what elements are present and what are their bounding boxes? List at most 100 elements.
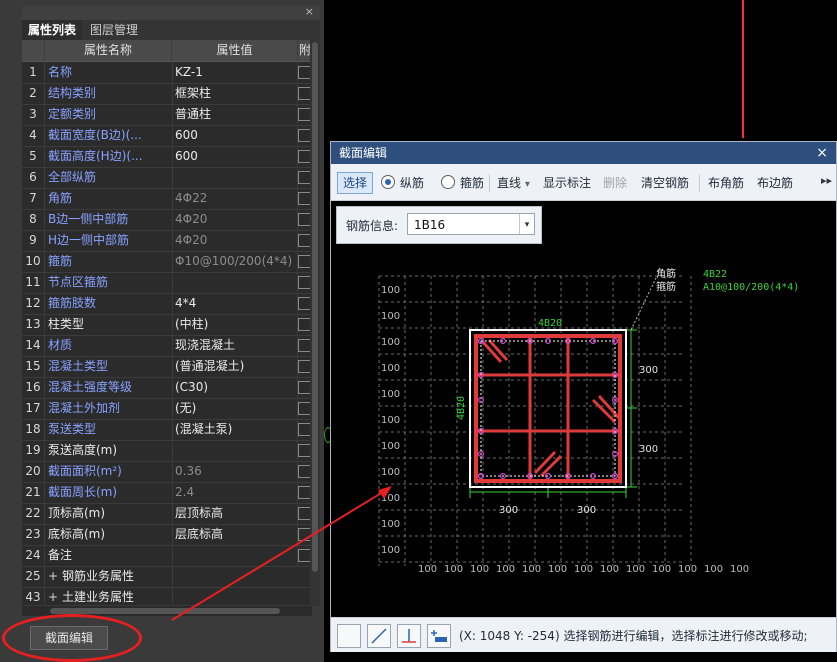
property-value[interactable]: 4Φ22 [172, 188, 298, 209]
horizontal-scroll-thumb[interactable] [50, 608, 280, 614]
chevron-down-icon[interactable]: ▾ [519, 214, 534, 234]
property-name: 混凝土外加剂 [45, 398, 173, 419]
table-row[interactable]: 7 角筋 4Φ22 [22, 188, 312, 210]
table-row[interactable]: 9 H边一侧中部筋 4Φ20 [22, 230, 312, 252]
stirrup-radio[interactable]: 箍筋 [441, 174, 484, 192]
dim-bottom-left[interactable]: 300 [499, 505, 518, 516]
diagonal-line-icon[interactable] [367, 624, 391, 648]
toolbar-separator [699, 174, 700, 192]
grid-header: 属性名称 属性值 附 [22, 40, 312, 62]
dialog-titlebar[interactable]: 截面编辑 × [331, 142, 836, 164]
rebar-info-select[interactable]: 1B16 ▾ [407, 213, 535, 235]
table-row[interactable]: 18 泵送类型 (混凝土泵) [22, 419, 312, 441]
legend-corner-label: 角筋 [656, 267, 676, 280]
property-value[interactable]: 层顶标高 [172, 503, 298, 524]
table-row[interactable]: 10 箍筋 Φ10@100/200(4*4) [22, 251, 312, 273]
blank-tool-button[interactable] [337, 624, 361, 648]
dimension-tool-icon[interactable] [427, 624, 451, 648]
edge-bar-button[interactable]: 布边筋 [757, 174, 793, 192]
table-row[interactable]: 12 箍筋肢数 4*4 [22, 293, 312, 315]
row-index: 22 [22, 503, 45, 524]
property-value[interactable]: 600 [172, 125, 298, 146]
property-name: 泵送类型 [45, 419, 173, 440]
property-value[interactable]: 0.36 [172, 461, 298, 482]
table-row[interactable]: 1 名称 KZ-1 [22, 62, 312, 84]
show-dimension-button[interactable]: 显示标注 [543, 174, 591, 192]
panel-close-icon[interactable]: × [305, 5, 314, 18]
toolbar-separator [489, 174, 490, 192]
table-row[interactable]: 22 顶标高(m) 层顶标高 [22, 503, 312, 525]
table-row[interactable]: 6 全部纵筋 [22, 167, 312, 189]
property-value[interactable]: (C30) [172, 377, 298, 398]
tab-properties[interactable]: 属性列表 [22, 20, 83, 40]
property-name-text: 钢筋业务属性 [62, 569, 135, 583]
ortho-snap-icon[interactable] [397, 624, 421, 648]
table-row[interactable]: 20 截面面积(m²) 0.36 [22, 461, 312, 483]
vertical-scroll-thumb[interactable] [312, 42, 318, 572]
property-value[interactable]: 4Φ20 [172, 209, 298, 230]
table-row[interactable]: 16 混凝土强度等级 (C30) [22, 377, 312, 399]
section-canvas[interactable]: 100 100 100 100 100 100 100 100 100 100 100 100 100 1… [331, 250, 836, 616]
property-value[interactable]: 现浇混凝土 [172, 335, 298, 356]
table-row[interactable]: 24 备注 [22, 545, 312, 567]
property-value[interactable]: Φ10@100/200(4*4) [172, 251, 298, 272]
table-row[interactable]: 11 节点区箍筋 [22, 272, 312, 294]
table-row[interactable]: 25 + 钢筋业务属性 [22, 566, 312, 588]
expand-plus-icon[interactable]: + [48, 566, 58, 587]
dim-right-bottom[interactable]: 300 [639, 444, 658, 455]
table-row[interactable]: 5 截面高度(H边)(... 600 [22, 146, 312, 168]
grid-left-label: 100 [381, 285, 400, 296]
toolbar-overflow-icon[interactable]: ▸▸ [821, 174, 832, 187]
clear-rebar-button[interactable]: 清空钢筋 [641, 174, 689, 192]
property-name: 全部纵筋 [45, 167, 173, 188]
tab-layers[interactable]: 图层管理 [84, 20, 144, 40]
table-row[interactable]: 17 混凝土外加剂 (无) [22, 398, 312, 420]
delete-button[interactable]: 删除 [603, 174, 627, 192]
table-row[interactable]: 8 B边一侧中部筋 4Φ20 [22, 209, 312, 231]
row-index: 5 [22, 146, 45, 167]
property-value[interactable] [172, 272, 298, 293]
property-value[interactable] [172, 167, 298, 188]
header-name[interactable]: 属性名称 [45, 40, 172, 61]
table-row[interactable]: 15 混凝土类型 (普通混凝土) [22, 356, 312, 378]
property-value[interactable]: (中柱) [172, 314, 298, 335]
property-value[interactable] [172, 545, 298, 566]
property-value[interactable]: 4Φ20 [172, 230, 298, 251]
property-value[interactable] [172, 440, 298, 461]
longitudinal-radio[interactable]: 纵筋 [381, 174, 424, 192]
table-row[interactable]: 3 定额类别 普通柱 [22, 104, 312, 126]
property-value[interactable]: 层底标高 [172, 524, 298, 545]
property-value[interactable]: 600 [172, 146, 298, 167]
table-row[interactable]: 4 截面宽度(B边)(... 600 [22, 125, 312, 147]
table-row[interactable]: 19 泵送高度(m) [22, 440, 312, 462]
table-row[interactable]: 13 柱类型 (中柱) [22, 314, 312, 336]
table-row[interactable]: 21 截面周长(m) 2.4 [22, 482, 312, 504]
property-panel: × 属性列表 图层管理 属性名称 属性值 附 1 名称 KZ-1 2 结构类别 框架柱 3 定… [0, 0, 324, 662]
row-index: 23 [22, 524, 45, 545]
line-dropdown[interactable]: 直线 ▾ [497, 174, 530, 192]
dim-bottom-right[interactable]: 300 [577, 505, 596, 516]
property-value[interactable]: (混凝土泵) [172, 419, 298, 440]
property-value[interactable]: 2.4 [172, 482, 298, 503]
property-value[interactable]: 框架柱 [172, 83, 298, 104]
row-index: 11 [22, 272, 45, 293]
property-value[interactable]: (普通混凝土) [172, 356, 298, 377]
property-name: 混凝土强度等级 [45, 377, 173, 398]
header-value[interactable]: 属性值 [172, 40, 298, 61]
property-value[interactable]: (无) [172, 398, 298, 419]
dim-right-top[interactable]: 300 [639, 365, 658, 376]
dialog-close-icon[interactable]: × [808, 142, 828, 164]
vertical-scrollbar[interactable] [310, 22, 320, 606]
select-button[interactable]: 选择 [337, 172, 374, 194]
header-index [22, 40, 45, 61]
table-row[interactable]: 23 底标高(m) 层底标高 [22, 524, 312, 546]
table-row[interactable]: 14 材质 现浇混凝土 [22, 335, 312, 357]
row-index: 18 [22, 419, 45, 440]
table-row[interactable]: 2 结构类别 框架柱 [22, 83, 312, 105]
property-value[interactable]: 4*4 [172, 293, 298, 314]
property-value[interactable]: 普通柱 [172, 104, 298, 125]
expand-plus-icon[interactable]: + [48, 587, 58, 608]
corner-spec: 4B22 [703, 269, 727, 280]
property-value[interactable]: KZ-1 [172, 62, 298, 83]
corner-bar-button[interactable]: 布角筋 [708, 174, 744, 192]
